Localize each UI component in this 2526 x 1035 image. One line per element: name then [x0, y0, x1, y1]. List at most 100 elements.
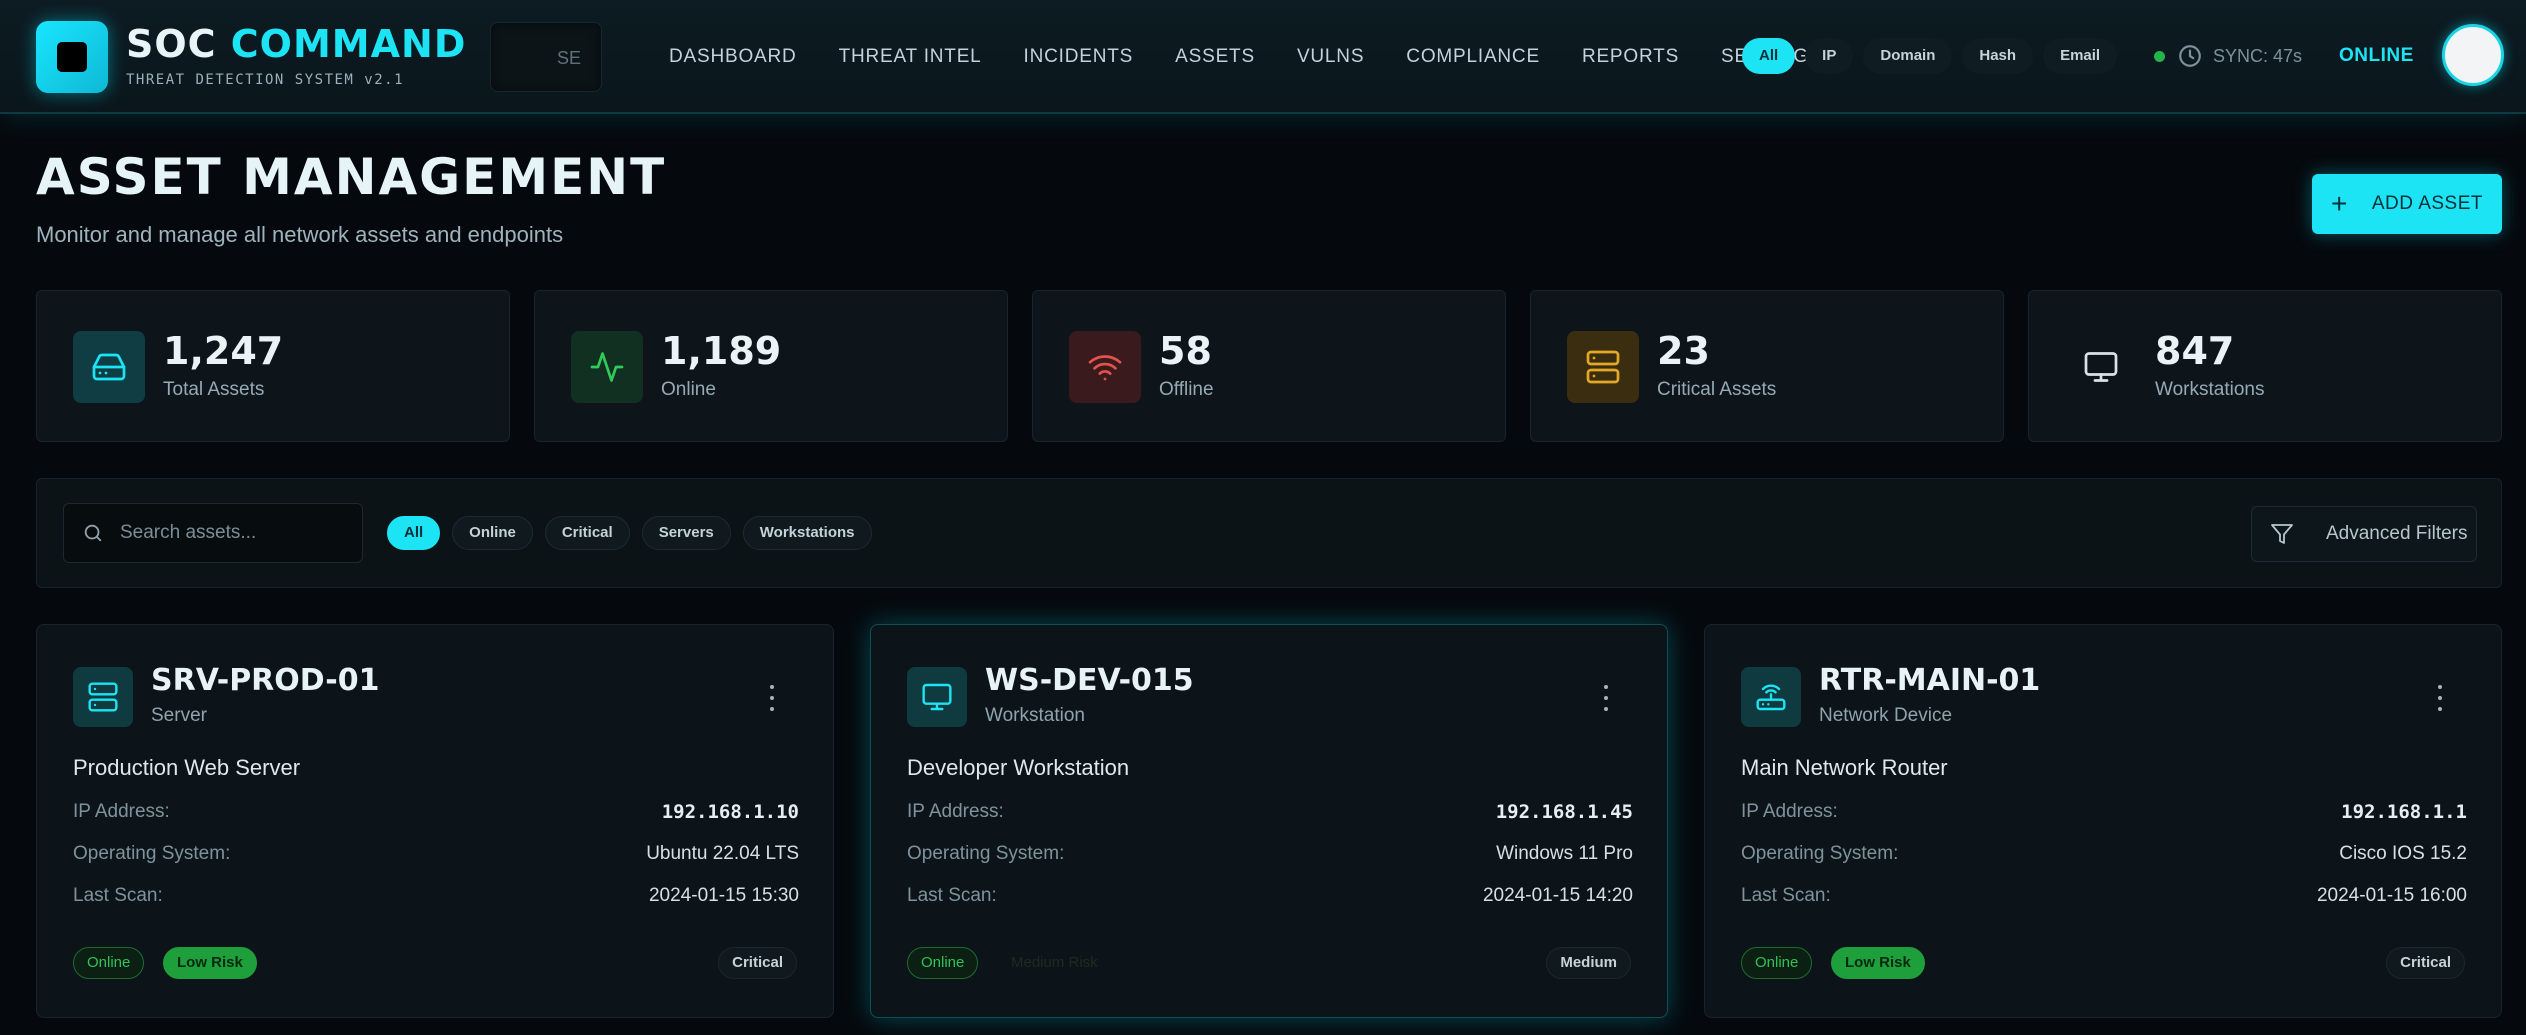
- nav-compliance[interactable]: COMPLIANCE: [1406, 46, 1540, 68]
- asset-description: Main Network Router: [1741, 755, 1948, 780]
- sync-timer: SYNC: 47s: [2213, 46, 2303, 66]
- status-badge: Online: [73, 947, 145, 979]
- last-scan-value: 2024-01-15 16:00: [2316, 885, 2467, 906]
- os-label: Operating System:: [73, 843, 231, 864]
- last-scan-label: Last Scan:: [73, 885, 163, 906]
- status-badge: Online: [907, 947, 979, 979]
- asset-search-input[interactable]: [120, 504, 350, 562]
- ioc-filter-hash[interactable]: Hash: [1962, 38, 2034, 74]
- asset-name: WS-DEV-015: [985, 663, 1194, 698]
- global-search-input[interactable]: SE: [490, 22, 602, 92]
- more-options-icon[interactable]: [1601, 685, 1611, 711]
- ioc-filter-email[interactable]: Email: [2043, 38, 2118, 74]
- os-value: Windows 11 Pro: [1496, 843, 1633, 864]
- last-scan-row: Last Scan: 2024-01-15 15:30: [73, 885, 799, 911]
- activity-icon: [571, 331, 643, 403]
- nav-incidents[interactable]: INCIDENTS: [1024, 46, 1134, 68]
- ip-value: 192.168.1.45: [1495, 801, 1633, 823]
- brand-title-part1: SOC: [126, 22, 217, 66]
- nav-dashboard[interactable]: DASHBOARD: [669, 46, 797, 68]
- stat-value: 23: [1657, 329, 1710, 373]
- last-scan-row: Last Scan: 2024-01-15 16:00: [1741, 885, 2467, 911]
- add-asset-label: ADD ASSET: [2371, 193, 2483, 214]
- ip-label: IP Address:: [73, 801, 170, 822]
- stat-value: 1,189: [661, 329, 782, 373]
- page-subtitle: Monitor and manage all network assets an…: [36, 222, 564, 247]
- last-scan-value: 2024-01-15 14:20: [1482, 885, 1633, 906]
- os-value: Ubuntu 22.04 LTS: [646, 843, 799, 864]
- os-row: Operating System: Windows 11 Pro: [907, 843, 1633, 869]
- nav-reports[interactable]: REPORTS: [1582, 46, 1679, 68]
- add-asset-button[interactable]: + ADD ASSET: [2312, 174, 2502, 234]
- router-icon: [1741, 667, 1801, 727]
- ip-label: IP Address:: [1741, 801, 1838, 822]
- monitor-icon: [2065, 331, 2137, 403]
- ioc-filter-ip[interactable]: IP: [1805, 38, 1854, 74]
- ip-row: IP Address: 192.168.1.10: [73, 801, 799, 827]
- ip-label: IP Address:: [907, 801, 1004, 822]
- ioc-type-filter: All IP Domain Hash Email: [1742, 38, 2127, 74]
- severity-badge: Medium: [1546, 947, 1631, 979]
- last-scan-label: Last Scan:: [907, 885, 997, 906]
- stat-label: Workstations: [2155, 379, 2265, 400]
- brand-subtitle: THREAT DETECTION SYSTEM v2.1: [126, 72, 405, 88]
- top-navigation-bar: SOC COMMAND THREAT DETECTION SYSTEM v2.1…: [0, 0, 2526, 114]
- stat-value: 847: [2155, 329, 2235, 373]
- brand-title: SOC COMMAND: [126, 22, 466, 66]
- chip-workstations[interactable]: Workstations: [742, 516, 872, 550]
- chip-servers[interactable]: Servers: [641, 516, 731, 550]
- server-icon: [73, 667, 133, 727]
- stat-value: 1,247: [163, 329, 284, 373]
- ioc-filter-all[interactable]: All: [1742, 38, 1796, 74]
- asset-card[interactable]: RTR-MAIN-01 Network Device Main Network …: [1704, 624, 2502, 1018]
- stat-label: Offline: [1159, 379, 1214, 400]
- advanced-filters-button[interactable]: Advanced Filters: [2251, 506, 2477, 562]
- filter-icon: [2271, 524, 2293, 544]
- os-row: Operating System: Cisco IOS 15.2: [1741, 843, 2467, 869]
- ioc-filter-domain[interactable]: Domain: [1863, 38, 1953, 74]
- asset-type: Server: [151, 705, 207, 726]
- asset-card[interactable]: SRV-PROD-01 Server Production Web Server…: [36, 624, 834, 1018]
- more-options-icon[interactable]: [767, 685, 777, 711]
- stat-label: Total Assets: [163, 379, 265, 400]
- chip-critical[interactable]: Critical: [544, 516, 630, 550]
- user-avatar[interactable]: [2442, 24, 2504, 86]
- brand: SOC COMMAND THREAT DETECTION SYSTEM v2.1: [126, 22, 466, 88]
- asset-search-box[interactable]: [63, 503, 363, 563]
- main-nav: DASHBOARD THREAT INTEL INCIDENTS ASSETS …: [669, 0, 1864, 114]
- ip-value: 192.168.1.1: [2341, 801, 2467, 823]
- advanced-filters-label: Advanced Filters: [2326, 523, 2468, 544]
- status-badge: Online: [1741, 947, 1813, 979]
- stat-card-workstations: 847 Workstations: [2028, 290, 2502, 442]
- chip-all[interactable]: All: [387, 516, 441, 550]
- ip-row: IP Address: 192.168.1.45: [907, 801, 1633, 827]
- nav-vulns[interactable]: VULNS: [1297, 46, 1364, 68]
- asset-name: SRV-PROD-01: [151, 663, 380, 698]
- nav-assets[interactable]: ASSETS: [1175, 46, 1255, 68]
- severity-badge: Critical: [718, 947, 797, 979]
- stat-card-online: 1,189 Online: [534, 290, 1008, 442]
- last-scan-value: 2024-01-15 15:30: [648, 885, 799, 906]
- asset-card[interactable]: WS-DEV-015 Workstation Developer Worksta…: [870, 624, 1668, 1018]
- chip-online[interactable]: Online: [452, 516, 533, 550]
- severity-badge: Critical: [2386, 947, 2465, 979]
- asset-filter-chips: All Online Critical Servers Workstations: [387, 516, 884, 550]
- asset-type: Network Device: [1819, 705, 1953, 726]
- os-row: Operating System: Ubuntu 22.04 LTS: [73, 843, 799, 869]
- os-label: Operating System:: [907, 843, 1065, 864]
- logo-icon[interactable]: [36, 21, 108, 93]
- nav-threat-intel[interactable]: THREAT INTEL: [839, 46, 982, 68]
- last-scan-row: Last Scan: 2024-01-15 14:20: [907, 885, 1633, 911]
- stat-card-critical: 23 Critical Assets: [1530, 290, 2004, 442]
- ip-value: 192.168.1.10: [661, 801, 799, 823]
- wifi-icon: [1069, 331, 1141, 403]
- plus-icon: +: [2330, 188, 2348, 219]
- server-icon: [1567, 331, 1639, 403]
- status-indicator-dot: [2154, 51, 2165, 62]
- monitor-icon: [907, 667, 967, 727]
- os-label: Operating System:: [1741, 843, 1899, 864]
- stat-label: Online: [661, 379, 716, 400]
- stat-value: 58: [1159, 329, 1212, 373]
- stat-label: Critical Assets: [1657, 379, 1777, 400]
- more-options-icon[interactable]: [2435, 685, 2445, 711]
